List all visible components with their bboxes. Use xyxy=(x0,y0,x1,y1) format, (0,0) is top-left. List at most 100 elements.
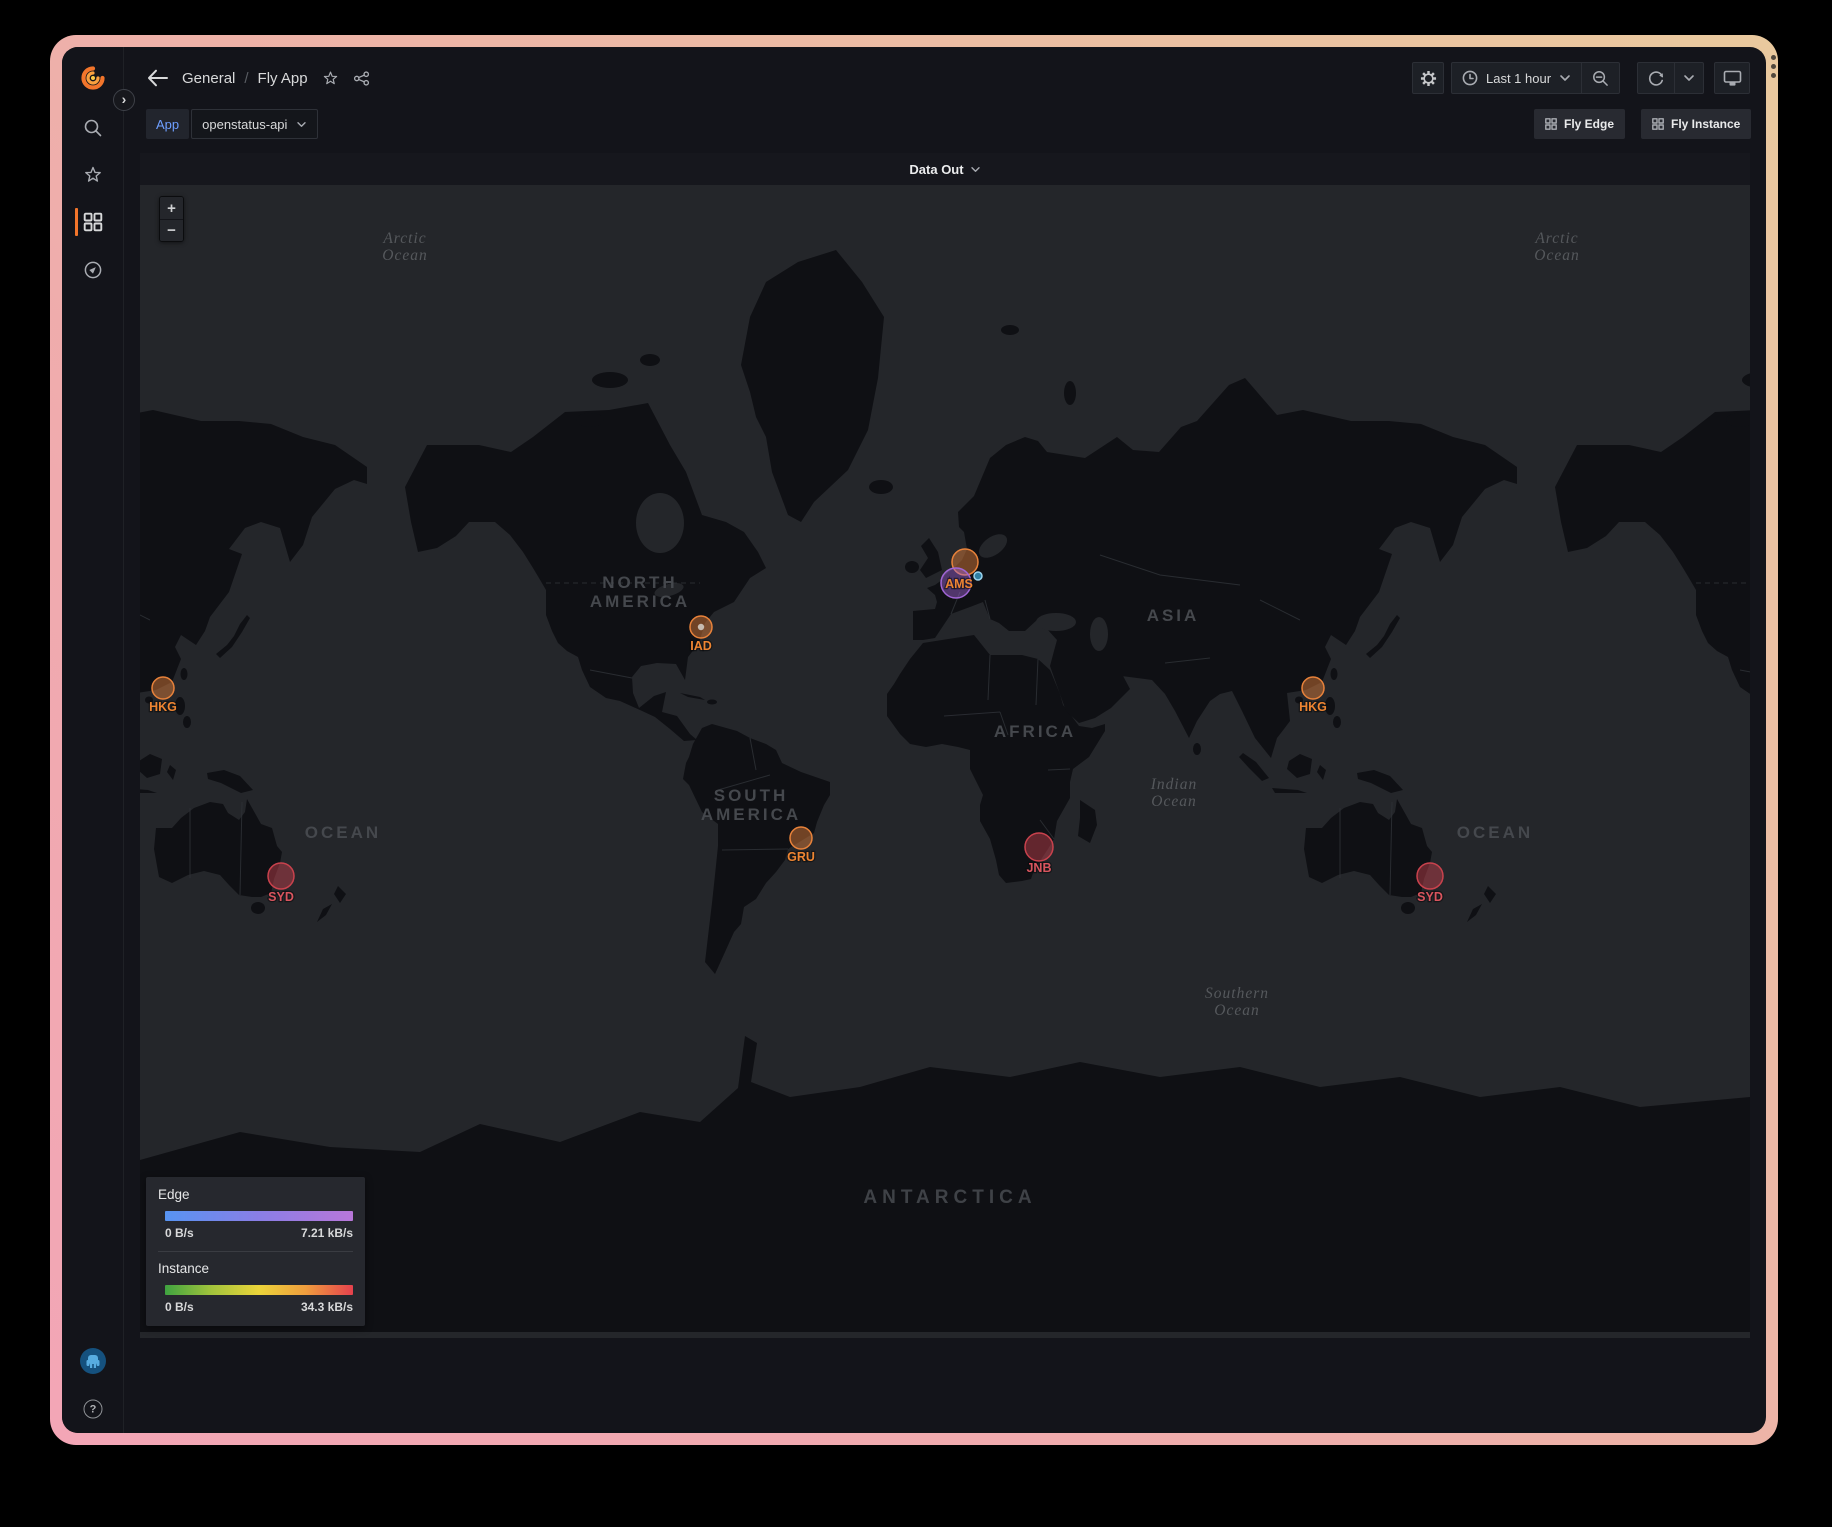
window-handle-dot xyxy=(1771,64,1776,69)
search-icon[interactable] xyxy=(83,118,103,138)
breadcrumb-section[interactable]: General xyxy=(182,70,235,87)
marker-label-syd: SYD xyxy=(1417,890,1443,904)
magnifier-minus-icon xyxy=(1592,70,1609,87)
breadcrumb-page-title[interactable]: Fly App xyxy=(258,70,308,87)
map-geo-label: ArcticOcean xyxy=(382,230,427,264)
time-zoom-out-button[interactable] xyxy=(1582,70,1619,87)
variable-value-dropdown[interactable]: openstatus-api xyxy=(191,109,318,139)
refresh-icon xyxy=(1648,70,1664,86)
legend-min: 0 B/s xyxy=(165,1300,194,1314)
fly-edge-label: Fly Edge xyxy=(1564,117,1614,131)
legend-min: 0 B/s xyxy=(165,1226,194,1240)
map-zoom-control: + − xyxy=(159,196,184,242)
marker-label-hkg: HKG xyxy=(149,700,177,714)
dashboards-icon[interactable] xyxy=(84,213,103,232)
chevron-down-icon xyxy=(1683,74,1695,82)
expand-sidebar-button[interactable]: › xyxy=(113,89,135,111)
legend-title: Instance xyxy=(158,1261,353,1276)
map-geo-label: ArcticOcean xyxy=(1534,230,1579,264)
breadcrumb: General / Fly App xyxy=(182,47,370,109)
instance-dot xyxy=(698,624,704,630)
refresh-interval-dropdown[interactable] xyxy=(1675,74,1703,82)
map-geo-label: NORTHAMERICA xyxy=(590,573,690,611)
world-map[interactable]: ArcticOcean ArcticOcean NORTHAMERICA ASIA AF… xyxy=(140,185,1750,1338)
map-marker-syd[interactable] xyxy=(1417,863,1443,889)
legend-section-edge: Edge 0 B/s 7.21 kB/s xyxy=(158,1187,353,1240)
clock-icon xyxy=(1462,70,1478,86)
legend-range-row: 0 B/s 7.21 kB/s xyxy=(165,1226,353,1240)
map-marker[interactable] xyxy=(974,572,982,580)
map-legend: Edge 0 B/s 7.21 kB/s Instance 0 B/s 34.3 kB/s xyxy=(146,1177,365,1326)
panel-title-menu[interactable]: Data Out xyxy=(140,153,1750,185)
chevron-down-icon xyxy=(296,121,307,128)
kiosk-mode-button[interactable] xyxy=(1714,62,1750,94)
refresh-button-group xyxy=(1637,62,1704,94)
legend-max: 34.3 kB/s xyxy=(301,1300,353,1314)
fly-instance-button[interactable]: Fly Instance xyxy=(1641,109,1751,139)
chevron-down-icon xyxy=(1559,74,1571,82)
grid-icon xyxy=(1652,118,1664,130)
gear-icon xyxy=(1420,70,1437,87)
refresh-button[interactable] xyxy=(1638,70,1674,86)
antarctica-landmass xyxy=(140,1036,1750,1332)
starred-dashboards-icon[interactable] xyxy=(83,165,103,185)
breadcrumb-separator: / xyxy=(244,70,248,87)
chevron-down-icon xyxy=(970,166,981,173)
variable-label: App xyxy=(146,109,189,139)
time-range-picker[interactable]: Last 1 hour xyxy=(1451,62,1620,94)
marker-label-hkg: HKG xyxy=(1299,700,1327,714)
window-handle-dot xyxy=(1771,73,1776,78)
help-icon[interactable]: ? xyxy=(84,1400,103,1419)
geomap-panel: Data Out xyxy=(140,153,1750,1338)
explore-compass-icon[interactable] xyxy=(83,260,103,280)
share-icon[interactable] xyxy=(353,70,370,87)
legend-section-instance: Instance 0 B/s 34.3 kB/s xyxy=(158,1251,353,1314)
variable-value: openstatus-api xyxy=(202,117,287,132)
time-range-label: Last 1 hour xyxy=(1486,71,1551,86)
legend-max: 7.21 kB/s xyxy=(301,1226,353,1240)
app-window: ? › General / Fly App xyxy=(50,35,1778,1445)
legend-title: Edge xyxy=(158,1187,353,1202)
active-nav-indicator xyxy=(75,208,78,236)
map-geo-label: OCEAN xyxy=(1457,823,1533,842)
sidebar: ? xyxy=(62,47,124,1433)
map-marker-gru[interactable] xyxy=(790,827,812,849)
back-arrow-icon[interactable] xyxy=(146,66,170,90)
legend-gradient-bar xyxy=(165,1285,353,1295)
marker-label-ams: AMS xyxy=(945,577,973,591)
legend-range-row: 0 B/s 34.3 kB/s xyxy=(165,1300,353,1314)
fly-edge-button[interactable]: Fly Edge xyxy=(1534,109,1625,139)
map-zoom-in-button[interactable]: + xyxy=(160,197,183,219)
map-geo-label: SouthernOcean xyxy=(1205,985,1269,1019)
panel-title: Data Out xyxy=(909,162,963,177)
dashboard-settings-button[interactable] xyxy=(1412,62,1444,94)
grafana-app: ? › General / Fly App xyxy=(62,47,1766,1433)
map-marker-jnb[interactable] xyxy=(1025,833,1053,861)
map-zoom-out-button[interactable]: − xyxy=(160,219,183,241)
map-marker-hkg[interactable] xyxy=(1302,677,1324,699)
window-handle-dot xyxy=(1771,55,1776,60)
marker-label-syd: SYD xyxy=(268,890,294,904)
user-avatar[interactable] xyxy=(80,1348,106,1374)
template-variable: App openstatus-api xyxy=(146,109,318,139)
marker-label-iad: IAD xyxy=(690,639,712,653)
expand-chevron-glyph: › xyxy=(122,92,127,106)
legend-gradient-bar xyxy=(165,1211,353,1221)
map-geo-label: ASIA xyxy=(1147,606,1200,625)
marker-label-gru: GRU xyxy=(787,850,815,864)
fly-instance-label: Fly Instance xyxy=(1671,117,1740,131)
monitor-icon xyxy=(1723,70,1742,87)
top-navigation-bar: General / Fly App xyxy=(62,47,1766,109)
marker-label-jnb: JNB xyxy=(1026,861,1051,875)
map-geo-label: SOUTHAMERICA xyxy=(701,786,801,824)
map-canvas[interactable]: ArcticOcean ArcticOcean NORTHAMERICA ASIA AF… xyxy=(140,185,1750,1338)
map-geo-label: IndianOcean xyxy=(1150,776,1197,810)
map-marker-hkg[interactable] xyxy=(152,677,174,699)
map-geo-label: OCEAN xyxy=(305,823,381,842)
grid-icon xyxy=(1545,118,1557,130)
map-marker-syd[interactable] xyxy=(268,863,294,889)
map-geo-label: AFRICA xyxy=(994,722,1076,741)
help-question-glyph: ? xyxy=(84,1400,103,1419)
star-dashboard-icon[interactable] xyxy=(322,70,339,87)
map-geo-label: ANTARCTICA xyxy=(863,1187,1036,1208)
